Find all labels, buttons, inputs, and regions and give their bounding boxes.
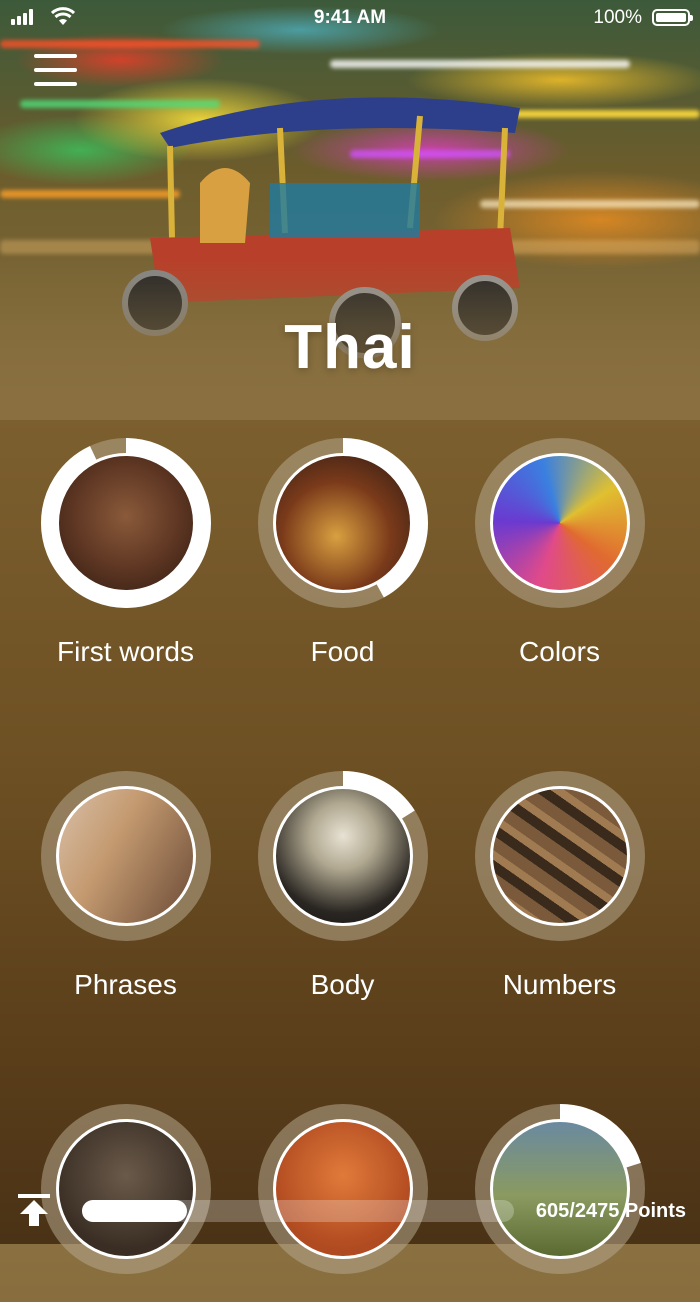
battery-icon [652, 9, 693, 26]
smiling-couple-photo [55, 786, 196, 926]
hamburger-menu-icon[interactable] [34, 54, 78, 88]
category-colors[interactable]: Colors [460, 438, 660, 668]
category-numbers[interactable]: Numbers [460, 771, 660, 1001]
points-label: 605/2475 Points [535, 1200, 686, 1222]
category-label: Colors [519, 636, 600, 667]
category-progress-ring [474, 438, 645, 608]
points-progress-bar [82, 1200, 514, 1222]
baby-face-photo [55, 453, 196, 593]
category-label: Numbers [502, 969, 617, 1000]
category-label: Phrases [74, 969, 177, 1000]
status-bar: 9:41 AM 100% [0, 0, 700, 36]
skeleton-photo [272, 786, 413, 926]
category-progress-ring [474, 771, 645, 941]
colored-powder-photo [489, 453, 630, 593]
category-progress-ring [40, 438, 211, 608]
category-first-words[interactable]: First words [26, 438, 226, 668]
category-phrases[interactable]: Phrases [26, 771, 226, 1001]
battery-percent: 100% [593, 7, 642, 28]
page-title: Thai [284, 313, 416, 382]
category-progress-ring [257, 771, 428, 941]
category-progress-ring [40, 771, 211, 941]
points-progress-fill [82, 1200, 188, 1222]
category-food[interactable]: Food [243, 438, 443, 668]
category-body[interactable]: Body [243, 771, 443, 1001]
category-label: Food [310, 636, 375, 667]
bottom-bar: 605/2475 Points [0, 1176, 700, 1244]
burger-and-cola-photo [272, 453, 413, 593]
category-label: First words [57, 636, 194, 667]
scroll-to-top-icon[interactable] [16, 1192, 52, 1228]
category-progress-ring [257, 438, 428, 608]
category-label: Body [310, 969, 375, 1000]
wooden-number-blocks-photo [489, 786, 630, 926]
